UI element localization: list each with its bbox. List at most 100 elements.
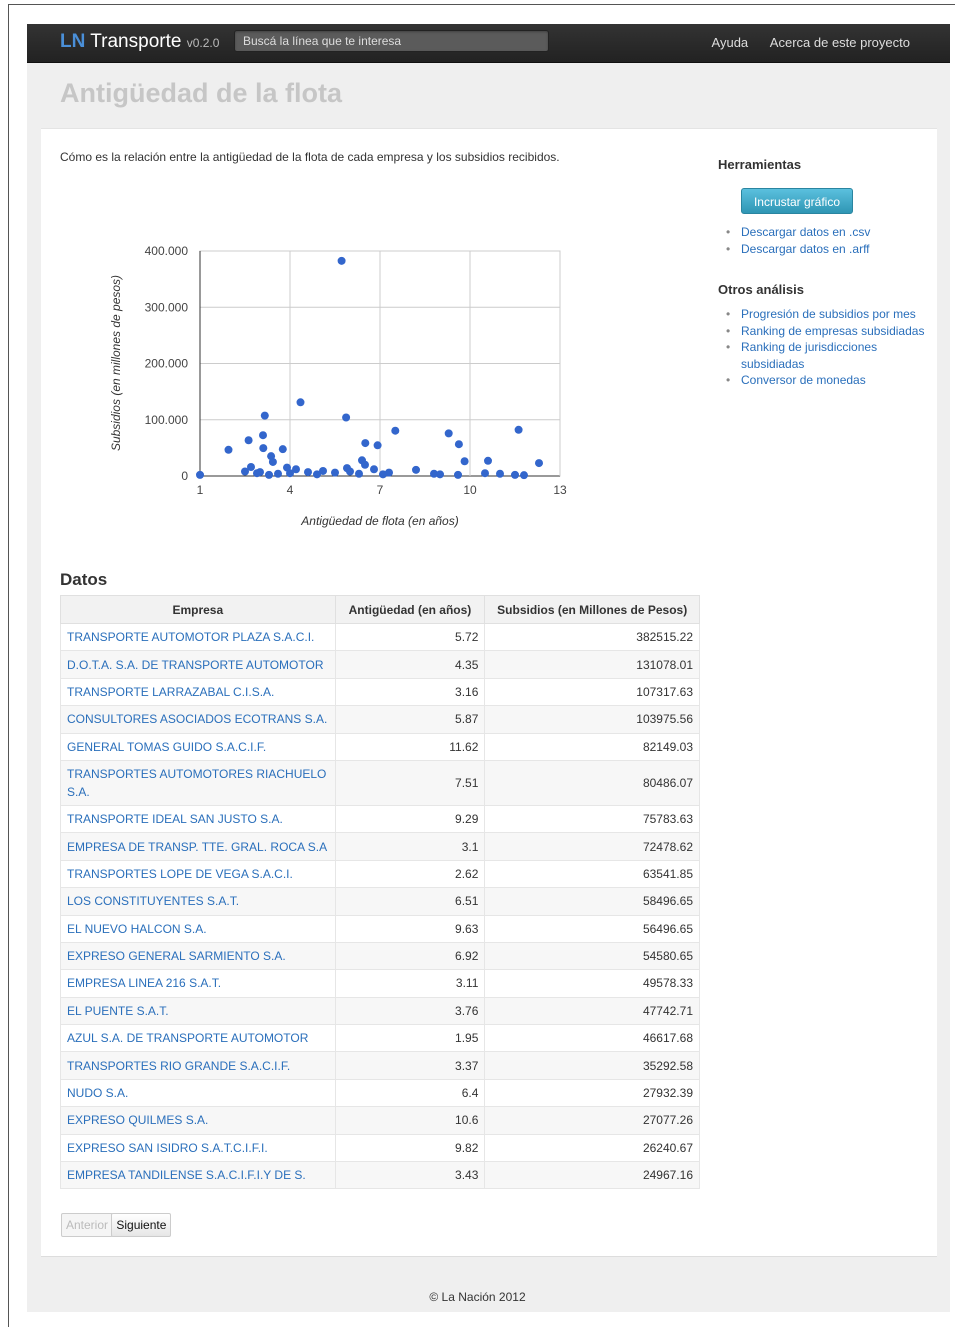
brand-ln: LN (60, 31, 86, 52)
table-row: TRANSPORTES LOPE DE VEGA S.A.C.I. 2.62 635… (60, 859, 700, 889)
x-tick-label: 13 (553, 483, 567, 497)
subsidios-cell: 27932.39 (484, 1078, 700, 1108)
data-point[interactable] (373, 441, 382, 450)
link-ranking-empresas[interactable]: Ranking de empresas subsidiadas (726, 323, 926, 340)
table-row: EL NUEVO HALCON S.A. 9.63 56496.65 (60, 914, 700, 943)
prev-page-button[interactable]: Anterior (61, 1213, 114, 1237)
antiguedad-cell: 9.63 (334, 914, 486, 943)
data-point[interactable] (514, 425, 523, 434)
data-point[interactable] (496, 469, 504, 478)
other-analysis-list: Progresión de subsidios por mes Ranking … (726, 306, 926, 389)
data-point[interactable] (355, 469, 363, 478)
nav-link-ayuda[interactable]: Ayuda (712, 35, 749, 50)
data-point[interactable] (361, 439, 370, 448)
data-point[interactable] (379, 470, 387, 479)
y-tick-label: 300.000 (145, 300, 189, 314)
data-point[interactable] (370, 465, 378, 474)
data-point[interactable] (511, 470, 519, 479)
data-point[interactable] (342, 413, 351, 422)
data-point[interactable] (460, 457, 469, 466)
data-point[interactable] (268, 457, 277, 466)
data-point[interactable] (274, 469, 282, 478)
data-point[interactable] (361, 460, 369, 469)
data-point[interactable] (241, 467, 249, 476)
data-point[interactable] (286, 469, 294, 478)
data-point[interactable] (259, 431, 267, 440)
empresa-cell[interactable]: EMPRESA LINEA 216 S.A.T. (60, 969, 336, 998)
empresa-cell[interactable]: CONSULTORES ASOCIADOS ECOTRANS S.A. (60, 705, 336, 734)
empresa-cell[interactable]: TRANSPORTES LOPE DE VEGA S.A.C.I. (60, 859, 336, 889)
link-progresion[interactable]: Progresión de subsidios por mes (726, 306, 926, 323)
nav-link-acerca[interactable]: Acerca de este proyecto (770, 35, 910, 50)
table-row: EXPRESO SAN ISIDRO S.A.T.C.I.F.I. 9.82 262… (60, 1133, 700, 1163)
search-input[interactable]: Buscá la línea que te interesa (234, 30, 549, 52)
brand-logo[interactable]: LN Transporte v0.2.0 (60, 31, 219, 53)
data-point[interactable] (346, 467, 354, 476)
next-page-button[interactable]: Siguiente (111, 1213, 172, 1237)
empresa-cell[interactable]: AZUL S.A. DE TRANSPORTE AUTOMOTOR (60, 1024, 336, 1053)
data-point[interactable] (278, 445, 287, 454)
data-point[interactable] (454, 440, 463, 449)
subsidios-cell: 47742.71 (484, 996, 700, 1026)
link-ranking-jurisdicciones[interactable]: Ranking de jurisdicciones subsidiadas (726, 339, 926, 372)
empresa-cell[interactable]: EMPRESA TANDILENSE S.A.C.I.F.I.Y DE S. (60, 1161, 336, 1190)
subsidios-cell: 80486.07 (484, 759, 700, 806)
empresa-cell[interactable]: EXPRESO QUILMES S.A. (60, 1106, 336, 1135)
tools-heading: Herramientas (718, 157, 802, 172)
data-point[interactable] (391, 426, 400, 435)
download-arff-link[interactable]: Descargar datos en .arff (726, 241, 870, 258)
data-point[interactable] (265, 470, 273, 479)
data-point[interactable] (535, 459, 543, 468)
data-point[interactable] (304, 468, 312, 477)
empresa-cell[interactable]: EMPRESA DE TRANSP. TTE. GRAL. ROCA S.A (60, 832, 336, 861)
subsidios-cell: 58496.65 (484, 887, 700, 916)
col-header-subsidios[interactable]: Subsidios (en Millones de Pesos) (484, 595, 700, 624)
empresa-cell[interactable]: TRANSPORTES RIO GRANDE S.A.C.I.F. (60, 1051, 336, 1080)
data-point[interactable] (313, 470, 321, 479)
empresa-cell[interactable]: TRANSPORTE IDEAL SAN JUSTO S.A. (60, 804, 336, 834)
data-point[interactable] (331, 468, 339, 477)
data-point[interactable] (224, 445, 233, 454)
empresa-cell[interactable]: EL NUEVO HALCON S.A. (60, 914, 336, 943)
data-point[interactable] (253, 469, 261, 478)
empresa-cell[interactable]: TRANSPORTE LARRAZABAL C.I.S.A. (60, 677, 336, 707)
data-point[interactable] (484, 456, 492, 465)
data-point[interactable] (520, 471, 528, 480)
data-point[interactable] (436, 470, 444, 479)
empresa-cell[interactable]: EXPRESO GENERAL SARMIENTO S.A. (60, 941, 336, 971)
data-point[interactable] (260, 411, 269, 420)
antiguedad-cell: 11.62 (334, 732, 486, 761)
data-point[interactable] (296, 398, 305, 407)
antiguedad-cell: 3.76 (334, 996, 486, 1026)
antiguedad-cell: 3.11 (334, 969, 486, 998)
empresa-cell[interactable]: LOS CONSTITUYENTES S.A.T. (60, 887, 336, 916)
col-header-antiguedad[interactable]: Antigüedad (en años) (334, 595, 486, 624)
link-conversor[interactable]: Conversor de monedas (726, 372, 926, 389)
data-point[interactable] (259, 444, 268, 453)
empresa-cell[interactable]: NUDO S.A. (60, 1078, 336, 1108)
empresa-cell[interactable]: EL PUENTE S.A.T. (60, 996, 336, 1026)
data-point[interactable] (196, 470, 204, 479)
data-point[interactable] (444, 429, 453, 438)
download-csv-link[interactable]: Descargar datos en .csv (726, 224, 870, 241)
col-header-empresa[interactable]: Empresa (60, 595, 336, 624)
data-point[interactable] (481, 469, 489, 478)
empresa-cell[interactable]: TRANSPORTE AUTOMOTOR PLAZA S.A.C.I. (60, 622, 336, 652)
pager: Anterior Siguiente (61, 1213, 172, 1237)
data-point[interactable] (244, 436, 253, 445)
subsidios-cell: 103975.56 (484, 705, 700, 734)
embed-chart-button[interactable]: Incrustar gráfico (741, 188, 853, 214)
empresa-cell[interactable]: D.O.T.A. S.A. DE TRANSPORTE AUTOMOTOR (60, 650, 336, 679)
footer: © La Nación 2012 (429, 1290, 526, 1304)
chart-y-ticks: 0 100.000 200.000 300.000 400.000 (145, 244, 189, 483)
empresa-cell[interactable]: TRANSPORTES AUTOMOTORES RIACHUELO S.A. (60, 759, 336, 806)
empresa-cell[interactable]: GENERAL TOMAS GUIDO S.A.C.I.F. (60, 732, 336, 761)
x-tick-label: 4 (287, 483, 294, 497)
subsidios-cell: 72478.62 (484, 832, 700, 861)
data-point[interactable] (412, 465, 420, 474)
antiguedad-cell: 6.4 (334, 1078, 486, 1108)
data-point[interactable] (337, 256, 346, 265)
x-axis-label: Antigüedad de flota (en años) (300, 514, 458, 528)
data-point[interactable] (454, 470, 462, 479)
empresa-cell[interactable]: EXPRESO SAN ISIDRO S.A.T.C.I.F.I. (60, 1133, 336, 1163)
